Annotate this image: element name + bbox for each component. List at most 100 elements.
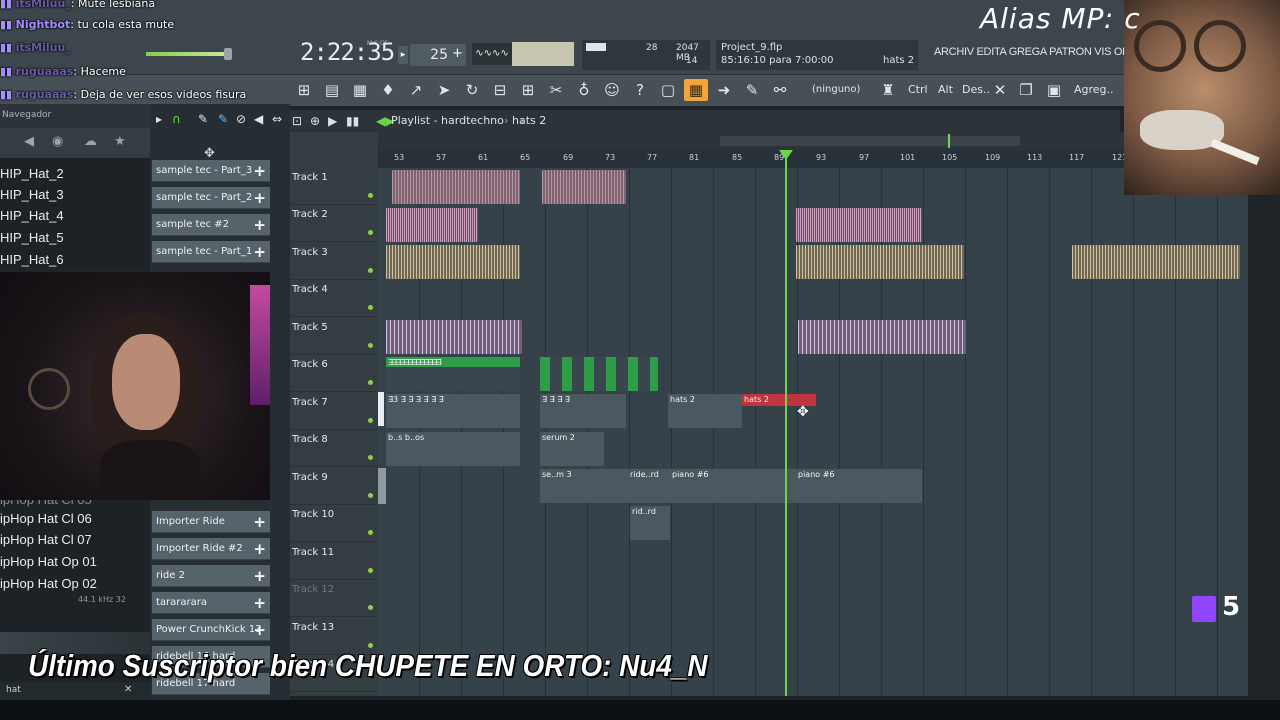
channel-rack-icon[interactable]: ▤ <box>320 79 344 101</box>
track-header[interactable]: Track 10 <box>290 505 378 542</box>
link-icon[interactable]: ⚯ <box>768 79 792 101</box>
track-header[interactable]: Track 1 <box>290 168 378 205</box>
track-header[interactable]: Track 8 <box>290 430 378 467</box>
playhead-marker-icon[interactable] <box>779 150 793 160</box>
add-icon[interactable]: + <box>253 538 266 560</box>
clip-resize-handle[interactable] <box>378 392 384 426</box>
track-enable-led[interactable] <box>368 605 373 610</box>
audio-clip[interactable] <box>798 320 966 354</box>
chat-icon[interactable]: ☺ <box>600 79 624 101</box>
browser-item[interactable]: ipHop Hat Cl 07 <box>0 532 92 547</box>
browser-item[interactable]: ipHop Hat Op 02 <box>0 576 97 591</box>
metronome-icon[interactable]: ⊞ <box>516 79 540 101</box>
help-icon[interactable]: ? <box>628 79 652 101</box>
browser-search[interactable]: hat ✕ <box>0 682 150 700</box>
star-icon[interactable]: ★ <box>114 134 126 149</box>
browser-item[interactable]: HIP_Hat_2 <box>0 166 64 181</box>
add-icon[interactable]: + <box>253 187 266 209</box>
arrow-right-icon[interactable]: ➜ <box>712 79 736 101</box>
undo-button[interactable]: Des.. <box>962 79 990 101</box>
copy-icon[interactable]: ❐ <box>1014 79 1038 101</box>
pattern-clip[interactable] <box>540 357 658 391</box>
pattern-clip[interactable]: hats 2 <box>668 394 742 428</box>
pencil-icon[interactable]: ✎ <box>198 112 208 126</box>
browser-item[interactable]: HIP_Hat_4 <box>0 208 64 223</box>
playlist-icon[interactable]: ➤ <box>432 79 456 101</box>
cut-icon[interactable]: ✂ <box>544 79 568 101</box>
add-icon[interactable]: + <box>253 565 266 587</box>
pattern-clip[interactable]: rid..rd <box>630 506 670 540</box>
speaker-icon[interactable]: ◀ <box>254 112 263 126</box>
paint-icon[interactable]: ✎ <box>218 112 228 126</box>
add-button[interactable]: Agreg.. <box>1074 79 1114 101</box>
menu-arrow-icon[interactable]: ▸ <box>156 112 162 126</box>
close-icon[interactable]: ✕ <box>124 684 132 695</box>
paste-icon[interactable]: ▣ <box>1042 79 1066 101</box>
audio-clip[interactable] <box>386 208 478 242</box>
playlist-overview[interactable]: + ⊞ <box>290 132 1250 150</box>
pattern-clip[interactable]: se..m 3 <box>540 469 628 503</box>
playhead[interactable] <box>785 158 787 696</box>
mute-icon[interactable]: ⊘ <box>236 112 246 126</box>
move-icon[interactable]: ✥ <box>204 146 215 161</box>
zoom-icon[interactable]: ⊕ <box>310 110 320 132</box>
track-enable-led[interactable] <box>368 268 373 273</box>
audio-clip[interactable] <box>542 170 626 204</box>
channel-item[interactable]: sample tec #2 + <box>152 214 270 236</box>
channel-item[interactable]: tarararara + <box>152 592 270 614</box>
pattern-clip[interactable]: serum 2 <box>540 432 604 466</box>
playlist-grid[interactable]: ∃∃∃∃∃∃∃∃∃∃∃∃∃ ∃3 ∃ ∃ ∃ ∃ ∃ ∃ ∃ ∃ ∃ ∃ hat… <box>378 168 1248 696</box>
audio-clip[interactable] <box>386 320 522 354</box>
performance-icon[interactable]: ▦ <box>684 79 708 101</box>
channel-item[interactable]: Importer Ride #2 + <box>152 538 270 560</box>
timeline-ruler[interactable]: 53 57 61 65 69 73 77 81 85 89 93 97 101 … <box>378 150 1248 168</box>
pattern-clip[interactable]: b..s b..os <box>386 432 520 466</box>
track-enable-led[interactable] <box>368 418 373 423</box>
delete-icon[interactable]: ✕ <box>988 79 1012 101</box>
browser-icon[interactable]: ↗ <box>404 79 428 101</box>
clip-resize-handle[interactable] <box>378 468 386 504</box>
track-enable-led[interactable] <box>368 193 373 198</box>
pattern-clip[interactable]: ride..rd <box>628 469 670 503</box>
channel-item[interactable]: Power CrunchKick 13 + <box>152 619 270 641</box>
track-header[interactable]: Track 6 <box>290 355 378 392</box>
audio-clip[interactable] <box>386 245 520 279</box>
pattern-clip[interactable]: ∃∃∃∃∃∃∃∃∃∃∃∃∃ <box>386 357 520 391</box>
pattern-clip[interactable]: ∃ ∃ ∃ ∃ <box>540 394 626 428</box>
track-header[interactable]: Track 12 <box>290 580 378 617</box>
channel-item[interactable]: Importer Ride + <box>152 511 270 533</box>
add-icon[interactable]: + <box>253 241 266 263</box>
alt-button[interactable]: Alt <box>938 79 953 101</box>
add-icon[interactable]: + <box>253 511 266 533</box>
track-enable-led[interactable] <box>368 530 373 535</box>
brush-icon[interactable]: ✎ <box>740 79 764 101</box>
pattern-clip[interactable]: ∃3 ∃ ∃ ∃ ∃ ∃ ∃ <box>386 394 520 428</box>
plugin-icon[interactable]: ♦ <box>376 79 400 101</box>
track-header[interactable]: Track 5 <box>290 318 378 355</box>
track-header[interactable]: Track 11 <box>290 543 378 580</box>
browser-item[interactable]: ipHop Hat Op 01 <box>0 554 97 569</box>
snap-select[interactable]: (ninguno) <box>812 79 870 101</box>
stamp-icon[interactable]: ♜ <box>876 79 900 101</box>
track-enable-led[interactable] <box>368 305 373 310</box>
master-volume-knob[interactable] <box>224 48 232 60</box>
track-enable-led[interactable] <box>368 455 373 460</box>
browser-item[interactable]: HIP_Hat_3 <box>0 187 64 202</box>
target-icon[interactable]: ◉ <box>52 134 63 149</box>
play-icon[interactable]: ▶ <box>328 110 337 132</box>
track-header[interactable]: Track 4 <box>290 280 378 317</box>
track-enable-led[interactable] <box>368 230 373 235</box>
ctrl-button[interactable]: Ctrl <box>908 79 928 101</box>
track-header[interactable]: Track 2 <box>290 205 378 242</box>
audio-clip[interactable] <box>796 208 922 242</box>
pattern-clip[interactable]: piano #6 <box>670 469 796 503</box>
cloud-icon[interactable]: ☁ <box>84 134 97 149</box>
record-icon[interactable]: ⊟ <box>488 79 512 101</box>
track-enable-led[interactable] <box>368 343 373 348</box>
add-icon[interactable]: + <box>253 592 266 614</box>
browser-item[interactable]: ipHop Hat Cl 06 <box>0 511 92 526</box>
audio-clip[interactable] <box>796 245 964 279</box>
channel-item[interactable]: sample tec - Part_3 #2+ <box>152 160 270 198</box>
slip-icon[interactable]: ⇔ <box>272 112 282 126</box>
audio-clip[interactable] <box>1072 245 1240 279</box>
